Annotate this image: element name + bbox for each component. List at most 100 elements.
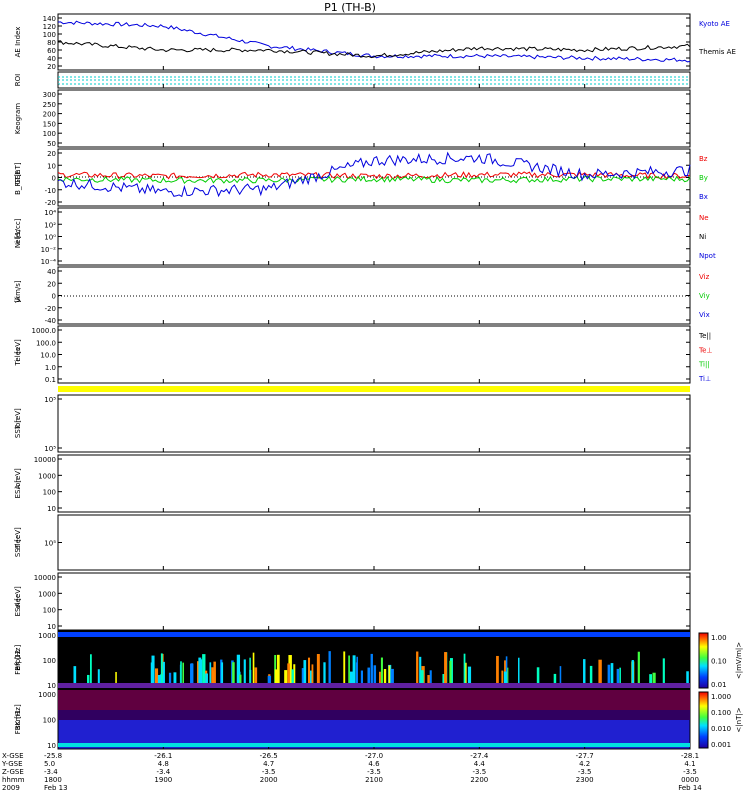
colorbar-tick-label: 0.01 bbox=[711, 681, 727, 689]
x-row-label: Z-GSE bbox=[2, 768, 24, 776]
fbk1-bar bbox=[323, 662, 326, 683]
fbk1-bar bbox=[496, 655, 499, 683]
fbk1-bar bbox=[616, 668, 620, 683]
colorbar-tick-label: 0.100 bbox=[711, 709, 731, 717]
y-tick-label: 1000.0 bbox=[32, 327, 57, 335]
y-tick-label: 10⁴ bbox=[44, 209, 56, 217]
panel-label-fbk2: FBKscm1[Hz] bbox=[14, 704, 22, 734]
fbk1-bar bbox=[367, 667, 370, 683]
fbk1-bar bbox=[536, 667, 540, 683]
x-row-label: X-GSE bbox=[2, 752, 24, 760]
panel-esa2: ESAelec[eV] 10000 1000 100 10 bbox=[14, 572, 691, 631]
y-tick-label: 1.0 bbox=[45, 364, 56, 372]
y-tick-label: 10⁵ bbox=[44, 396, 56, 404]
fbk1-top-band bbox=[58, 632, 690, 637]
panel-label-ti: Tieles[eV] bbox=[14, 339, 22, 367]
y-tick-label: 10² bbox=[44, 221, 56, 229]
x-tick-label: 4.6 bbox=[368, 760, 380, 768]
fbk1-bar bbox=[503, 671, 507, 683]
fbk1-bar bbox=[416, 651, 419, 683]
y-tick-label: 20 bbox=[47, 280, 56, 288]
colorbar-tick-label: 0.10 bbox=[711, 658, 727, 666]
colorbar-cb1 bbox=[698, 632, 709, 689]
fbk1-bar bbox=[157, 674, 162, 683]
fbk1-bar bbox=[444, 652, 447, 683]
x-tick-label: -3.4 bbox=[44, 768, 58, 776]
x-tick-label: -27.7 bbox=[576, 752, 594, 760]
fbk1-bar bbox=[559, 666, 562, 683]
fbk1-bar bbox=[252, 652, 255, 683]
fbk1-bar bbox=[180, 661, 182, 683]
label-line: [Hz] bbox=[14, 645, 22, 660]
y-tick-label: 0 bbox=[52, 293, 56, 301]
fbk1-bar bbox=[360, 670, 364, 683]
fbk1-bar bbox=[610, 663, 614, 683]
fbk1-bar bbox=[373, 665, 377, 683]
label-line: ROI bbox=[14, 74, 22, 86]
label-line: [eV] bbox=[14, 527, 22, 542]
legend-item: Themis AE bbox=[698, 48, 736, 56]
panel-frame-ni bbox=[57, 207, 691, 266]
y-tick-label: 200 bbox=[43, 111, 56, 119]
fbk1-bar bbox=[173, 672, 177, 683]
y-tick-label: 100 bbox=[43, 607, 56, 615]
fbk1-bar bbox=[168, 672, 172, 683]
y-tick-label: 60 bbox=[47, 47, 56, 55]
panel-ae: AE Index 14012010080604020 Kyoto AE Themis … bbox=[14, 13, 736, 71]
y-tick-label: -10 bbox=[45, 187, 56, 195]
panel-frame-sst1 bbox=[57, 394, 691, 453]
yellow-bar bbox=[58, 386, 690, 392]
fbk1-bar bbox=[619, 667, 621, 683]
panel-frame-esa1 bbox=[57, 454, 691, 513]
x-row-label: 2009 bbox=[2, 784, 20, 792]
fbk1-bar bbox=[686, 671, 689, 683]
legend-item: Viy bbox=[699, 292, 710, 300]
x-tick-label: -3.5 bbox=[683, 768, 697, 776]
fbk1-bar bbox=[388, 665, 391, 683]
legend-item: By bbox=[699, 174, 708, 182]
x-tick-label: -3.5 bbox=[367, 768, 381, 776]
y-tick-label: 120 bbox=[43, 23, 56, 31]
y-tick-label: 10⁻² bbox=[41, 246, 57, 254]
fbk1-bar bbox=[211, 667, 214, 683]
panel-label-fbk1: FBKefp12[Hz] bbox=[14, 645, 22, 675]
fbk1-bar bbox=[150, 662, 155, 683]
fbk1-bar bbox=[379, 671, 381, 683]
y-tick-label: 10 bbox=[47, 623, 56, 631]
y-tick-label: 100 bbox=[43, 130, 56, 138]
fbk1-bar bbox=[291, 669, 294, 683]
fbk1-bar bbox=[205, 673, 208, 683]
legend-item: Npot bbox=[699, 252, 716, 260]
fbk1-bar bbox=[348, 655, 350, 683]
fbk1-bottom-band bbox=[58, 683, 690, 688]
legend-item: Vix bbox=[699, 311, 710, 319]
y-tick-label: 1000 bbox=[38, 691, 56, 699]
fbk1-bar bbox=[501, 670, 504, 683]
fbk1-bar bbox=[254, 667, 258, 683]
fbk1-bar bbox=[662, 658, 665, 683]
fbk1-bar bbox=[518, 657, 520, 683]
fbk1-bar bbox=[598, 659, 602, 683]
fbk2-band-bottom bbox=[58, 743, 690, 747]
y-tick-label: 1000 bbox=[38, 632, 56, 640]
panel-frame-keogram bbox=[57, 89, 691, 148]
label-line: [eV] bbox=[14, 408, 22, 423]
y-tick-label: 1000 bbox=[38, 472, 56, 480]
x-tick-label: -25.8 bbox=[44, 752, 62, 760]
y-tick-label: 10000 bbox=[34, 456, 56, 464]
y-tick-label: 300 bbox=[43, 91, 56, 99]
legend-item: Bx bbox=[699, 193, 708, 201]
x-tick-label: -3.5 bbox=[578, 768, 592, 776]
y-tick-label: 10 bbox=[47, 162, 56, 170]
panel-frame-esa2 bbox=[57, 572, 691, 631]
label-line: [nT] bbox=[14, 162, 22, 176]
y-tick-label: 10⁵ bbox=[44, 445, 56, 453]
panel-frame-ae bbox=[57, 13, 691, 71]
y-tick-label: 1000 bbox=[38, 590, 56, 598]
colorbar-unit: <|nT|> bbox=[735, 707, 743, 732]
fbk1-bar bbox=[316, 654, 320, 683]
y-tick-label: 80 bbox=[47, 39, 56, 47]
fbk1-bar bbox=[370, 653, 373, 683]
fbk1-bar bbox=[467, 666, 472, 683]
fbk1-bar bbox=[390, 668, 394, 683]
